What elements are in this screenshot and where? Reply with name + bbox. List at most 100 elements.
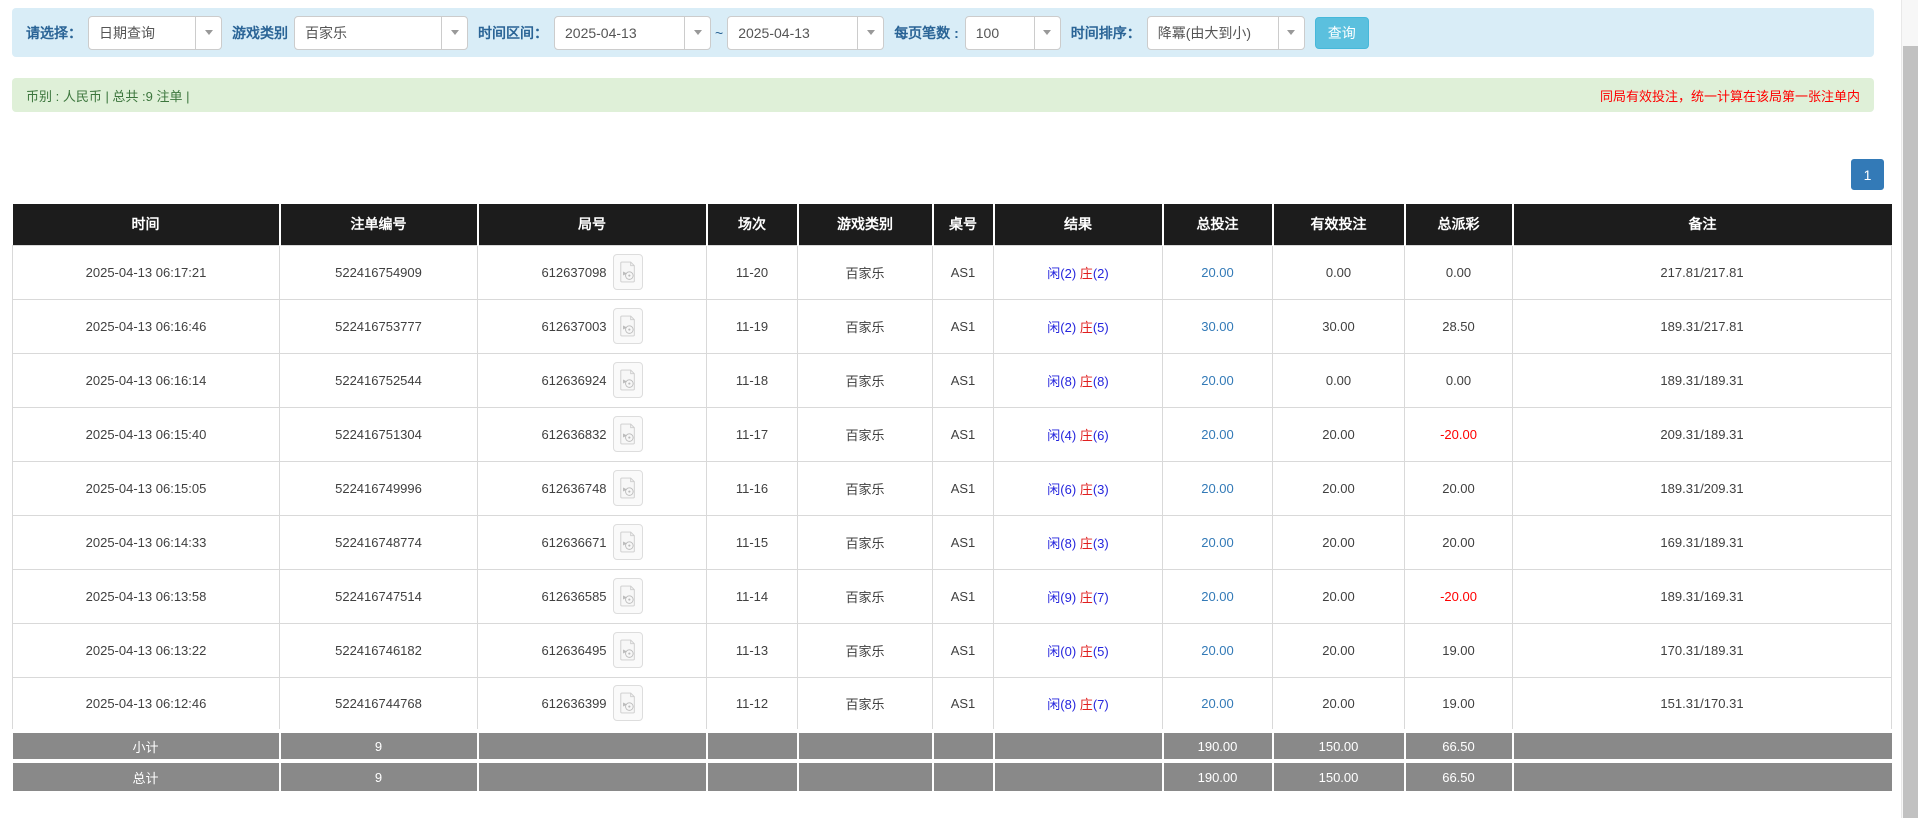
result-banker-label: 庄 bbox=[1080, 482, 1093, 497]
footer-game-type bbox=[798, 761, 933, 791]
total-bet-link[interactable]: 20.00 bbox=[1201, 373, 1234, 388]
cell-result: 闲(8) 庄(7) bbox=[994, 677, 1163, 731]
footer-remark bbox=[1513, 761, 1892, 791]
cell-bet-id: 522416748774 bbox=[280, 515, 478, 569]
cell-valid-bet: 20.00 bbox=[1273, 515, 1405, 569]
cell-session: 11-20 bbox=[707, 245, 798, 299]
date-to-select[interactable]: 2025-04-13 bbox=[727, 16, 884, 50]
video-replay-button[interactable] bbox=[613, 362, 643, 398]
vertical-scrollbar-track[interactable] bbox=[1901, 0, 1918, 818]
round-id-group: 612636585 bbox=[541, 578, 642, 614]
cell-remark: 189.31/189.31 bbox=[1513, 353, 1892, 407]
cell-time: 2025-04-13 06:14:33 bbox=[13, 515, 280, 569]
round-id-value: 612637003 bbox=[541, 319, 606, 334]
round-id-value: 612636924 bbox=[541, 373, 606, 388]
result-banker-label: 庄 bbox=[1080, 697, 1093, 712]
result-banker-label: 庄 bbox=[1080, 266, 1093, 281]
search-button[interactable]: 查询 bbox=[1315, 17, 1369, 49]
video-file-icon bbox=[619, 260, 637, 284]
cell-game-type: 百家乐 bbox=[798, 515, 933, 569]
header-table-no: 桌号 bbox=[933, 204, 994, 245]
time-sort-select[interactable]: 降冪(由大到小) bbox=[1147, 16, 1305, 50]
cell-total-bet: 20.00 bbox=[1163, 677, 1273, 731]
cell-bet-id: 522416744768 bbox=[280, 677, 478, 731]
cell-total-bet: 20.00 bbox=[1163, 245, 1273, 299]
video-replay-button[interactable] bbox=[613, 416, 643, 452]
cell-payout: 28.50 bbox=[1405, 299, 1513, 353]
cell-table-no: AS1 bbox=[933, 245, 994, 299]
time-sort-label: 时间排序： bbox=[1071, 23, 1141, 43]
total-bet-link[interactable]: 20.00 bbox=[1201, 427, 1234, 442]
total-bet-link[interactable]: 20.00 bbox=[1201, 643, 1234, 658]
table-footer-row: 小计9190.00150.0066.50 bbox=[13, 731, 1892, 761]
cell-game-type: 百家乐 bbox=[798, 569, 933, 623]
video-file-icon bbox=[619, 638, 637, 662]
header-round-id: 局号 bbox=[478, 204, 707, 245]
result-banker-score: (5) bbox=[1093, 644, 1109, 659]
video-file-icon bbox=[619, 584, 637, 608]
cell-table-no: AS1 bbox=[933, 299, 994, 353]
total-bet-link[interactable]: 20.00 bbox=[1201, 535, 1234, 550]
footer-table-no bbox=[933, 761, 994, 791]
summary-bar: 币别 : 人民币 | 总共 :9 注单 | 同局有效投注，统一计算在该局第一张注… bbox=[12, 78, 1874, 112]
total-bet-link[interactable]: 20.00 bbox=[1201, 589, 1234, 604]
total-bet-link[interactable]: 20.00 bbox=[1201, 696, 1234, 711]
video-replay-button[interactable] bbox=[613, 632, 643, 668]
round-id-group: 612636748 bbox=[541, 470, 642, 506]
video-replay-button[interactable] bbox=[613, 578, 643, 614]
total-bet-link[interactable]: 20.00 bbox=[1201, 265, 1234, 280]
cell-table-no: AS1 bbox=[933, 569, 994, 623]
video-replay-button[interactable] bbox=[613, 470, 643, 506]
cell-table-no: AS1 bbox=[933, 407, 994, 461]
cell-valid-bet: 30.00 bbox=[1273, 299, 1405, 353]
cell-round-id: 612637003 bbox=[478, 299, 707, 353]
chevron-down-icon bbox=[1278, 17, 1304, 49]
header-payout: 总派彩 bbox=[1405, 204, 1513, 245]
cell-valid-bet: 20.00 bbox=[1273, 623, 1405, 677]
video-replay-button[interactable] bbox=[613, 685, 643, 721]
vertical-scrollbar-thumb[interactable] bbox=[1903, 46, 1918, 818]
cell-round-id: 612636399 bbox=[478, 677, 707, 731]
cell-table-no: AS1 bbox=[933, 461, 994, 515]
cell-valid-bet: 20.00 bbox=[1273, 407, 1405, 461]
result-banker-score: (7) bbox=[1093, 590, 1109, 605]
result-banker-score: (8) bbox=[1093, 374, 1109, 389]
header-time: 时间 bbox=[13, 204, 280, 245]
pagination: 1 bbox=[12, 159, 1884, 191]
filter-bar: 请选择： 日期查询 游戏类别 百家乐 时间区间： 2025-04-13 ~ 20… bbox=[12, 8, 1874, 57]
cell-payout: -20.00 bbox=[1405, 569, 1513, 623]
footer-remark bbox=[1513, 731, 1892, 761]
result-banker-score: (6) bbox=[1093, 428, 1109, 443]
cell-remark: 189.31/169.31 bbox=[1513, 569, 1892, 623]
footer-valid-bet: 150.00 bbox=[1273, 731, 1405, 761]
cell-total-bet: 20.00 bbox=[1163, 353, 1273, 407]
total-bet-link[interactable]: 20.00 bbox=[1201, 481, 1234, 496]
query-type-label: 请选择： bbox=[26, 23, 82, 43]
round-id-group: 612636399 bbox=[541, 685, 642, 721]
date-from-select[interactable]: 2025-04-13 bbox=[554, 16, 711, 50]
header-session: 场次 bbox=[707, 204, 798, 245]
footer-round bbox=[478, 761, 707, 791]
query-type-select[interactable]: 日期查询 bbox=[88, 16, 222, 50]
total-bet-link[interactable]: 30.00 bbox=[1201, 319, 1234, 334]
result-banker-label: 庄 bbox=[1080, 644, 1093, 659]
video-replay-button[interactable] bbox=[613, 308, 643, 344]
table-body: 2025-04-13 06:17:21522416754909612637098… bbox=[13, 245, 1892, 791]
cell-table-no: AS1 bbox=[933, 353, 994, 407]
video-replay-button[interactable] bbox=[613, 524, 643, 560]
cell-remark: 189.31/209.31 bbox=[1513, 461, 1892, 515]
game-type-select[interactable]: 百家乐 bbox=[294, 16, 468, 50]
video-replay-button[interactable] bbox=[613, 254, 643, 290]
cell-result: 闲(8) 庄(8) bbox=[994, 353, 1163, 407]
header-bet-id: 注单编号 bbox=[280, 204, 478, 245]
round-id-group: 612636832 bbox=[541, 416, 642, 452]
page-size-select[interactable]: 100 bbox=[965, 16, 1061, 50]
round-id-value: 612636399 bbox=[541, 696, 606, 711]
round-id-value: 612636585 bbox=[541, 589, 606, 604]
cell-table-no: AS1 bbox=[933, 515, 994, 569]
page-size-label: 每页笔数 : bbox=[894, 23, 959, 43]
round-id-value: 612636748 bbox=[541, 481, 606, 496]
pagination-page-1[interactable]: 1 bbox=[1851, 159, 1884, 190]
cell-session: 11-12 bbox=[707, 677, 798, 731]
cell-game-type: 百家乐 bbox=[798, 623, 933, 677]
